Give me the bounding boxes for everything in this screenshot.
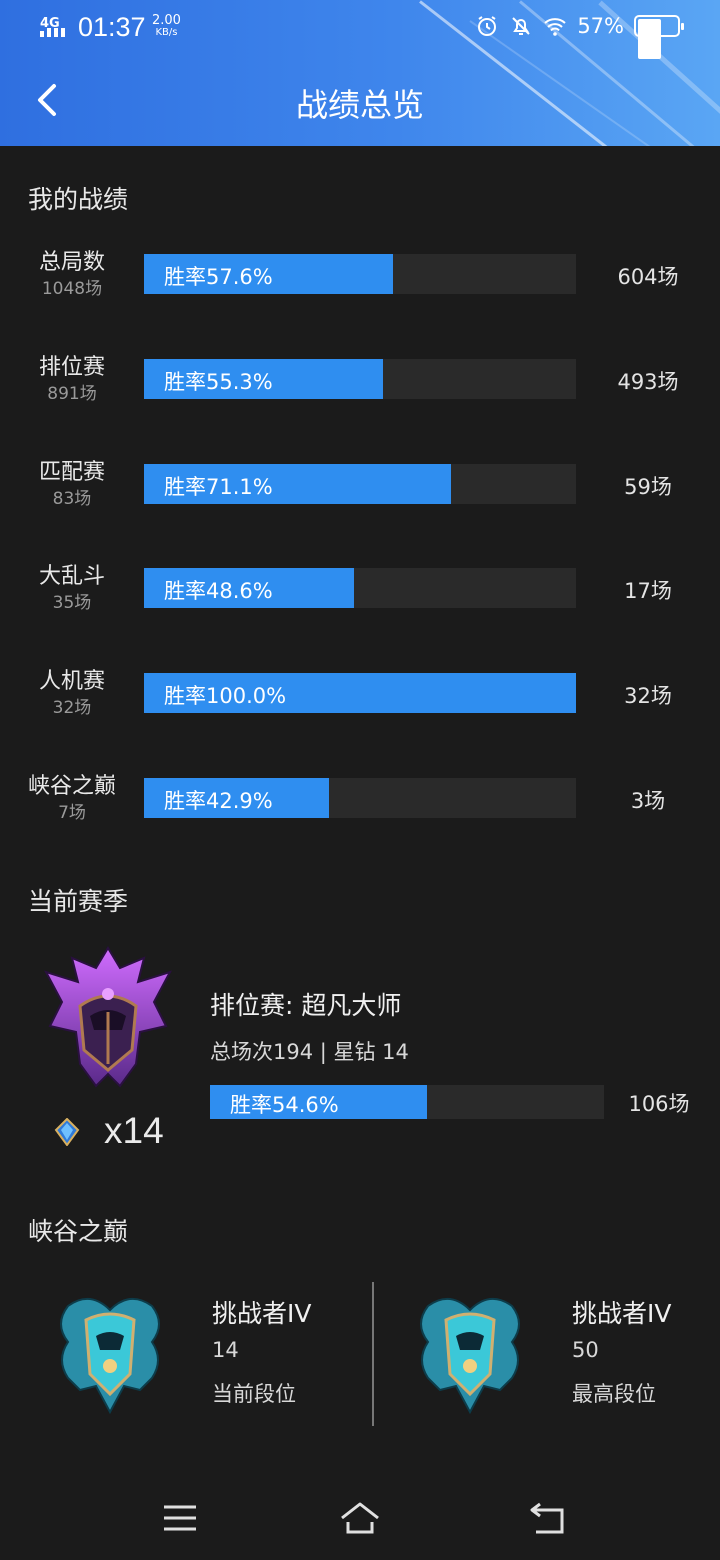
mode-games: 32场 [52, 698, 92, 719]
season-win-count: 106场 [628, 1092, 690, 1116]
mute-icon [512, 17, 531, 35]
battery-percent: 57% [577, 14, 624, 38]
mode-name: 排位赛 [38, 354, 105, 380]
peak-current-rank: 挑战者IV [212, 1299, 312, 1328]
status-icons: 57% [475, 14, 684, 59]
stats-row: 人机赛 32场 胜率100.0% 32场 [0, 655, 720, 735]
app-header: 4G 01:37 2.00 KB/s 57% 战绩总览 [0, 0, 720, 146]
win-count: 493场 [617, 369, 679, 394]
season-winrate-bar: 胜率54.6% [210, 1085, 604, 1119]
win-count: 59场 [624, 474, 672, 499]
mode-name: 匹配赛 [38, 459, 105, 485]
stats-row: 匹配赛 83场 胜率71.1% 59场 [0, 446, 720, 526]
win-count: 32场 [624, 684, 672, 709]
winrate-label: 胜率57.6% [164, 265, 273, 289]
star-count: x14 [104, 1110, 164, 1151]
master-rank-emblem-icon [43, 946, 173, 1088]
mode-name: 峡谷之巅 [27, 774, 116, 799]
win-count: 604场 [617, 265, 679, 289]
mode-name: 大乱斗 [38, 564, 105, 590]
mode-games: 83场 [52, 488, 92, 509]
winrate-bar: 胜率55.3% [144, 358, 576, 399]
home-icon[interactable] [338, 1498, 382, 1538]
menu-icon[interactable] [158, 1498, 202, 1538]
wifi-icon [544, 18, 566, 36]
stats-row: 总局数 1048场 胜率57.6% 604场 [0, 236, 720, 316]
section-title-my-stats: 我的战绩 [28, 185, 129, 214]
stats-row: 大乱斗 35场 胜率48.6% 17场 [0, 550, 720, 630]
win-count: 3场 [630, 789, 666, 813]
section-title-peak: 峡谷之巅 [28, 1217, 129, 1246]
page-title: 战绩总览 [295, 86, 424, 124]
winrate-label: 胜率42.9% [164, 789, 273, 813]
net-speed-unit: KB/s [155, 27, 178, 38]
season-rank-info: 总场次194 | 星钻 14 [210, 1040, 409, 1064]
peak-current-value: 14 [212, 1338, 239, 1362]
mode-name: 总局数 [38, 250, 105, 275]
season-winrate-label: 胜率54.6% [230, 1093, 339, 1117]
winrate-bar: 胜率71.1% [144, 463, 576, 504]
challenger-emblem-icon-highest [420, 1298, 520, 1415]
mode-games: 35场 [52, 593, 92, 614]
win-count: 17场 [624, 579, 672, 604]
peak-highest-value: 50 [572, 1338, 599, 1362]
peak-current-label: 当前段位 [212, 1382, 296, 1406]
winrate-label: 胜率100.0% [164, 684, 287, 709]
winrate-label: 胜率48.6% [164, 579, 273, 604]
alarm-icon [478, 16, 497, 36]
star-diamond-icon [54, 1118, 80, 1146]
peak-highest-rank: 挑战者IV [572, 1299, 672, 1328]
winrate-bar: 胜率57.6% [144, 254, 576, 294]
section-title-season: 当前赛季 [28, 887, 129, 916]
peak-highest-label: 最高段位 [572, 1382, 656, 1406]
winrate-bar: 胜率48.6% [144, 568, 576, 609]
stats-row: 峡谷之巅 7场 胜率42.9% 3场 [0, 760, 720, 840]
return-icon[interactable] [526, 1498, 570, 1538]
season-rank-title: 排位赛: 超凡大师 [210, 991, 402, 1020]
winrate-label: 胜率55.3% [164, 369, 273, 394]
mode-games: 891场 [47, 383, 97, 404]
system-nav-bar [0, 1476, 720, 1560]
status-bar: 4G 01:37 2.00 KB/s 57% [0, 0, 720, 59]
challenger-emblem-icon-current [60, 1298, 160, 1415]
mode-name: 人机赛 [38, 669, 105, 695]
battery-icon [634, 15, 684, 59]
stats-row: 排位赛 891场 胜率55.3% 493场 [0, 341, 720, 421]
clock: 01:37 [78, 12, 146, 42]
net-speed: 2.00 KB/s [152, 13, 181, 39]
mode-games: 1048场 [41, 279, 103, 299]
peak-divider [372, 1282, 374, 1426]
mode-games: 7场 [58, 803, 86, 823]
winrate-bar: 胜率42.9% [144, 778, 576, 818]
winrate-label: 胜率71.1% [164, 474, 273, 499]
net-speed-value: 2.00 [152, 13, 181, 28]
winrate-bar: 胜率100.0% [144, 673, 576, 714]
signal-icon [40, 28, 65, 37]
